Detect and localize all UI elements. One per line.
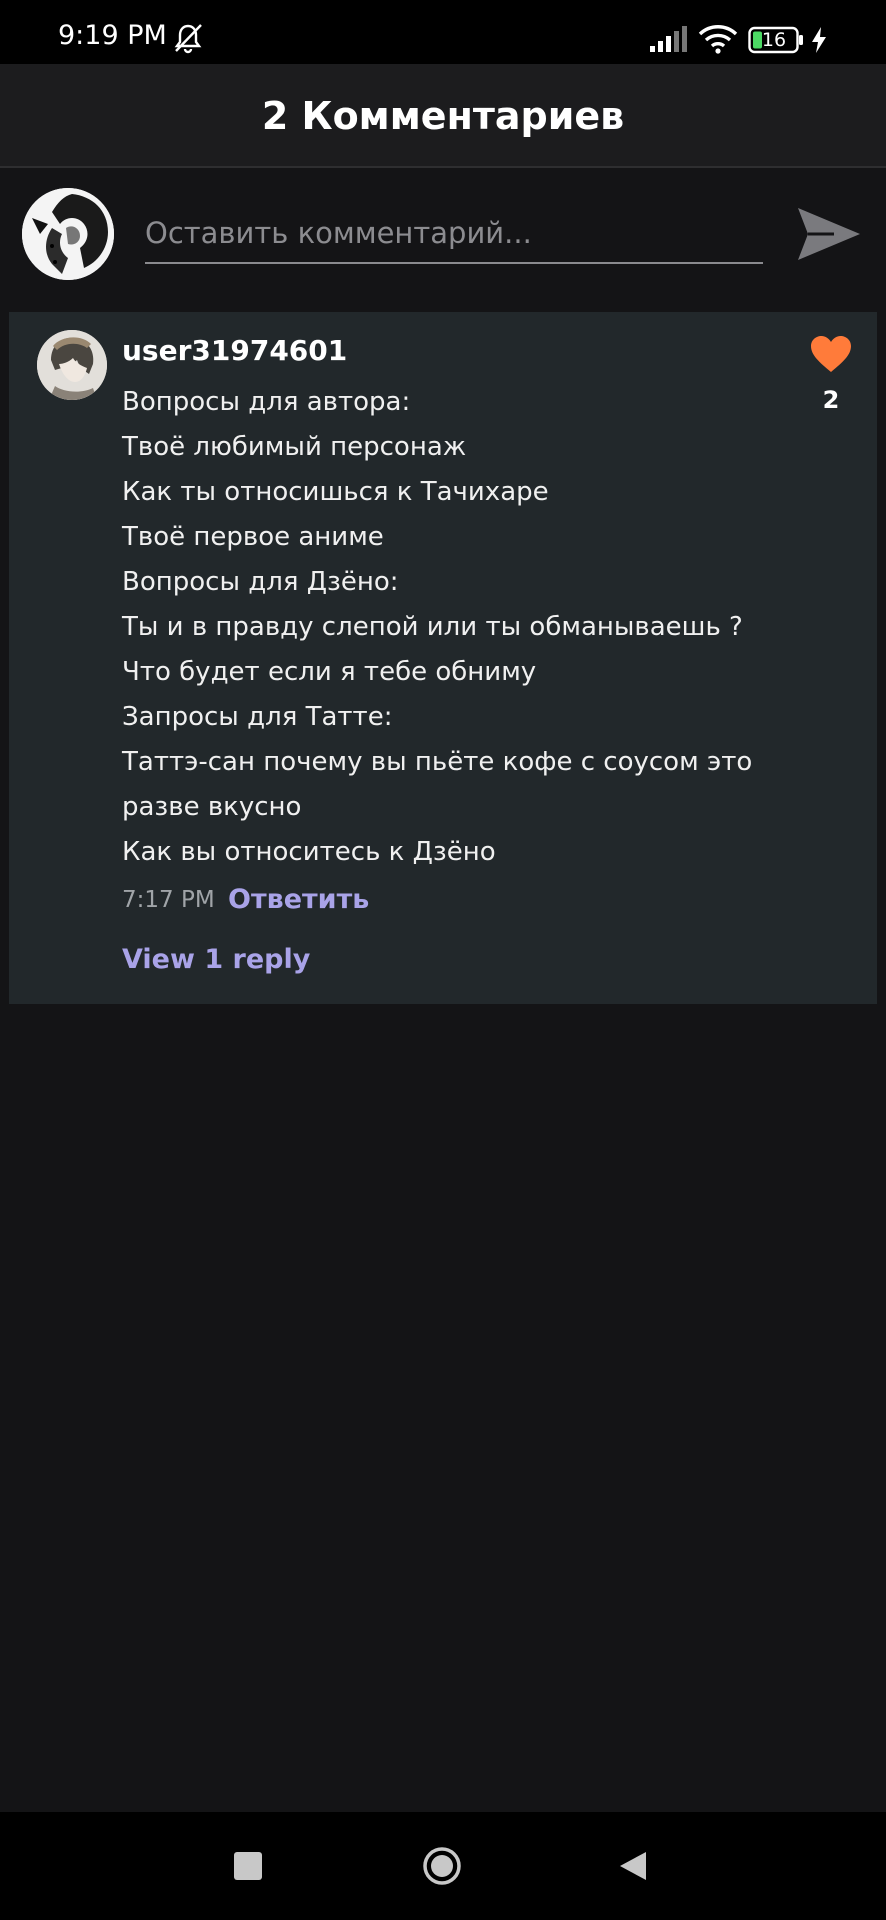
comment-composer [0, 168, 886, 310]
comments-header: 2 Комментариев [0, 64, 886, 168]
charging-bolt-icon [812, 27, 826, 53]
status-time: 9:19 PM [58, 20, 167, 51]
avatar[interactable] [37, 330, 107, 400]
comment-line: Твоё любимый персонаж [122, 432, 467, 462]
bell-off-icon [174, 24, 202, 54]
comment-line: Ты и в правду слепой или ты обманываешь … [122, 612, 743, 642]
comment-line: Как вы относитесь к Дзёно [122, 837, 496, 867]
battery-level: 16 [761, 29, 787, 51]
status-bar: 9:19 PM 16 [0, 0, 886, 64]
like-count: 2 [822, 386, 840, 414]
wifi-icon [698, 25, 738, 54]
comment-text: Вопросы для автора: Твоё любимый персона… [122, 380, 762, 875]
reply-button[interactable]: Ответить [228, 884, 369, 915]
comment-line: разве вкусно [122, 792, 302, 822]
comment-username[interactable]: user31974601 [122, 334, 347, 367]
comment-card: user31974601 Вопросы для автора: Твоё лю… [9, 312, 877, 1004]
comment-line: Что будет если я тебе обниму [122, 657, 537, 687]
heart-icon[interactable] [809, 334, 853, 374]
back-icon[interactable] [618, 1850, 648, 1882]
comment-line: Вопросы для автора: [122, 387, 411, 417]
comment-input[interactable] [145, 204, 763, 264]
comment-line: Твоё первое аниме [122, 522, 384, 552]
comment-timestamp: 7:17 PM [122, 887, 215, 913]
recents-icon[interactable] [234, 1852, 262, 1880]
comment-line: Как ты относишься к Тачихаре [122, 477, 549, 507]
send-icon[interactable] [794, 202, 864, 266]
home-icon[interactable] [422, 1846, 462, 1886]
comment-line: Вопросы для Дзёно: [122, 567, 399, 597]
comment-line: Таттэ-сан почему вы пьёте кофе с соусом … [122, 747, 753, 777]
page-title: 2 Комментариев [261, 94, 625, 138]
comment-line: Запросы для Татте: [122, 702, 393, 732]
view-replies-link[interactable]: View 1 reply [122, 944, 310, 975]
signal-icon [650, 26, 687, 52]
avatar[interactable] [22, 188, 114, 280]
